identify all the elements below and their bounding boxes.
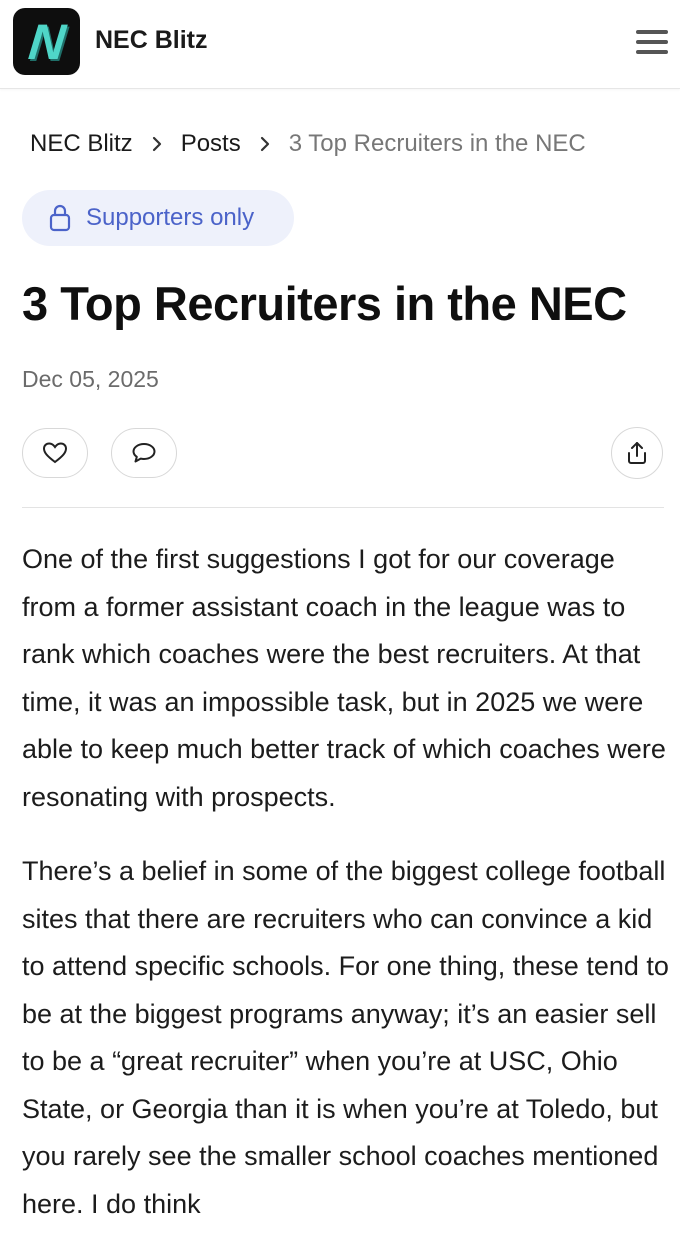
lock-icon [49, 204, 71, 232]
site-name[interactable]: NEC Blitz [95, 26, 208, 55]
comment-button[interactable] [111, 428, 177, 478]
supporters-only-badge: Supporters only [22, 190, 294, 246]
like-button[interactable] [22, 428, 88, 478]
top-bar: N NEC Blitz [0, 0, 680, 89]
article-paragraph: There’s a belief in some of the biggest … [22, 856, 669, 1219]
breadcrumb: NEC Blitz Posts 3 Top Recruiters in the … [30, 128, 586, 160]
site-logo[interactable]: N [13, 8, 80, 75]
page-title: 3 Top Recruiters in the NEC [22, 277, 627, 330]
hamburger-menu-icon[interactable] [636, 30, 668, 54]
badge-label: Supporters only [86, 204, 255, 231]
logo-letter: N [26, 13, 67, 70]
breadcrumb-current: 3 Top Recruiters in the NEC [288, 130, 586, 157]
breadcrumb-posts-link[interactable]: Posts [181, 130, 241, 158]
chevron-right-icon [151, 136, 163, 152]
share-icon [628, 442, 646, 464]
comment-icon [132, 443, 156, 463]
chevron-right-icon [259, 136, 271, 152]
breadcrumb-home-link[interactable]: NEC Blitz [30, 130, 133, 158]
divider [22, 507, 664, 508]
article-body: One of the first suggestions I got for o… [22, 536, 672, 1255]
heart-icon [42, 442, 68, 464]
article-paragraph: One of the first suggestions I got for o… [22, 544, 666, 812]
post-date: Dec 05, 2025 [22, 366, 159, 392]
share-button[interactable] [611, 427, 663, 479]
